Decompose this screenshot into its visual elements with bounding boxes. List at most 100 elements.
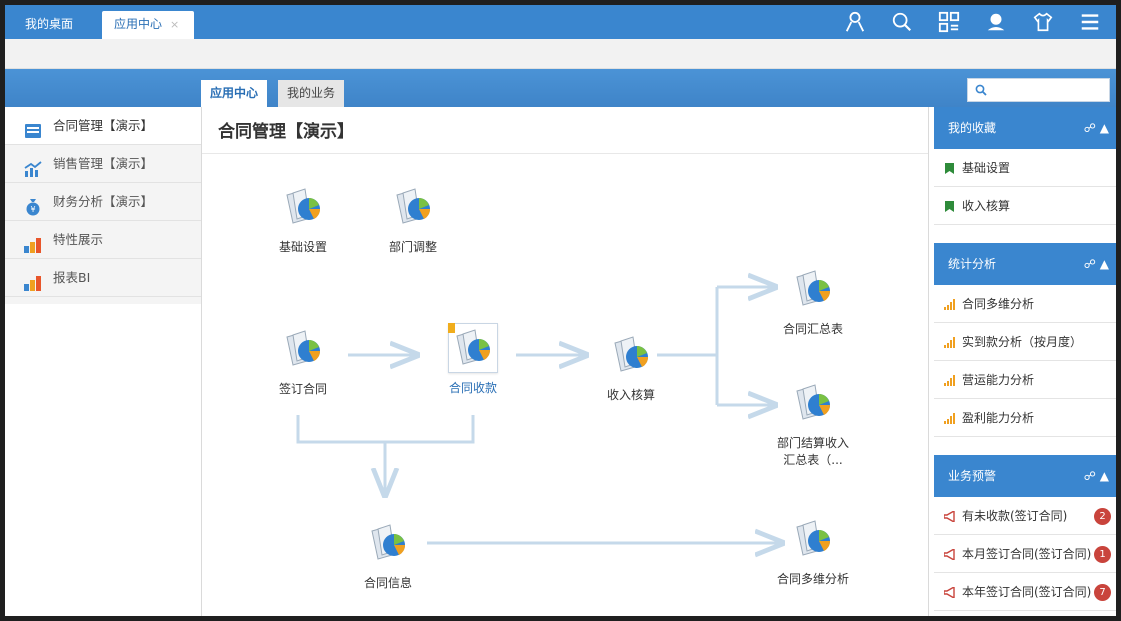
main-content: 合同管理【演示】 基础设置 部门调整 签订合同 合同收款 收入核算 合同汇总表 … — [202, 107, 928, 616]
user-icon[interactable] — [843, 10, 867, 34]
tab-app-center[interactable]: 应用中心 × — [102, 11, 194, 39]
sidebar-item-finance-analysis[interactable]: ¥ 财务分析【演示】 — [5, 183, 201, 221]
stats-item-label: 盈利能力分析 — [962, 411, 1035, 425]
node-label: 合同汇总表 — [782, 322, 843, 336]
megaphone-icon — [944, 549, 955, 560]
shirt-icon[interactable] — [1031, 10, 1055, 34]
pie-chart-doc-icon — [448, 323, 498, 373]
sidebar-item-label: 合同管理【演示】 — [53, 118, 154, 133]
trend-chart-icon — [23, 155, 43, 177]
bookmark-icon — [945, 163, 954, 174]
expand-collapse-icon[interactable]: ☍ ▲ — [1084, 455, 1109, 497]
alert-item[interactable]: 有未收款(签订合同) 2 — [934, 497, 1116, 535]
pie-chart-doc-icon — [791, 381, 835, 425]
alert-item[interactable]: 本年签订合同(签订合同) 7 — [934, 573, 1116, 611]
stats-item[interactable]: 营运能力分析 — [934, 361, 1116, 399]
apps-grid-icon[interactable] — [937, 10, 961, 34]
sub-bar — [5, 39, 1116, 69]
favorite-item[interactable]: 收入核算 — [934, 187, 1116, 225]
node-label: 部门调整 — [388, 240, 437, 254]
node-label: 部门结算收入汇总表（... — [776, 436, 849, 467]
node-income-accounting[interactable]: 收入核算 — [591, 333, 671, 404]
search-icon[interactable] — [890, 10, 914, 34]
alert-item-label: 本月签订合同(签订合同) — [962, 547, 1092, 561]
money-bag-icon: ¥ — [23, 193, 43, 216]
search-input[interactable] — [967, 78, 1110, 102]
favorites-header: 我的收藏 ☍ ▲ — [934, 107, 1116, 149]
bar-chart-icon — [23, 231, 43, 253]
stats-item-label: 营运能力分析 — [962, 373, 1035, 387]
count-badge: 2 — [1094, 508, 1111, 525]
expand-collapse-icon[interactable]: ☍ ▲ — [1084, 243, 1109, 285]
stats-header: 统计分析 ☍ ▲ — [934, 243, 1116, 285]
module-tab-bar: 应用中心 我的业务 — [5, 69, 1116, 107]
signal-bars-icon — [944, 337, 955, 348]
right-panel: 我的收藏 ☍ ▲ 基础设置 收入核算 统计分析 ☍ ▲ 合同多维分析 实到款分析… — [928, 107, 1116, 616]
app-window: 我的桌面 应用中心 × 应用中心 我的业务 合同管理【演示】 销售管理【演示】 … — [0, 0, 1121, 621]
node-label: 基础设置 — [278, 240, 327, 254]
sidebar-item-label: 财务分析【演示】 — [53, 194, 154, 209]
node-label: 合同多维分析 — [776, 572, 849, 586]
stats-item[interactable]: 盈利能力分析 — [934, 399, 1116, 437]
node-contract-collection[interactable]: 合同收款 — [433, 323, 513, 397]
pie-chart-doc-icon — [791, 267, 835, 311]
alerts-panel: 业务预警 ☍ ▲ 有未收款(签订合同) 2 本月签订合同(签订合同) 1 本年签… — [934, 455, 1116, 611]
favorite-item[interactable]: 基础设置 — [934, 149, 1116, 187]
top-icon-bar — [820, 5, 1102, 39]
node-contract-summary[interactable]: 合同汇总表 — [773, 267, 853, 338]
stats-item-label: 合同多维分析 — [962, 297, 1035, 311]
stats-item[interactable]: 合同多维分析 — [934, 285, 1116, 323]
megaphone-icon — [944, 587, 955, 598]
signal-bars-icon — [944, 375, 955, 386]
stats-title: 统计分析 — [948, 257, 997, 271]
bar-chart-icon — [23, 269, 43, 291]
node-dept-income-summary[interactable]: 部门结算收入汇总表（... — [773, 381, 853, 469]
pie-chart-doc-icon — [391, 185, 435, 229]
node-contract-info[interactable]: 合同信息 — [348, 521, 428, 592]
sidebar-item-report-bi[interactable]: 报表BI — [5, 259, 201, 297]
page-title: 合同管理【演示】 — [218, 122, 354, 142]
node-label: 收入核算 — [606, 388, 655, 402]
pie-chart-doc-icon — [281, 327, 325, 371]
sidebar-item-sales-management[interactable]: 销售管理【演示】 — [5, 145, 201, 183]
alert-item[interactable]: 本月签订合同(签订合同) 1 — [934, 535, 1116, 573]
tab-close-icon[interactable]: × — [170, 18, 179, 31]
node-label: 签订合同 — [278, 382, 327, 396]
sidebar-item-contract-management[interactable]: 合同管理【演示】 — [5, 107, 201, 145]
megaphone-icon — [944, 511, 955, 522]
tab-app-center-module[interactable]: 应用中心 — [201, 80, 268, 107]
sidebar-item-label: 报表BI — [53, 270, 91, 285]
title-divider — [202, 153, 928, 154]
pie-chart-doc-icon — [609, 333, 653, 377]
chat-user-icon[interactable] — [984, 10, 1008, 34]
alerts-header: 业务预警 ☍ ▲ — [934, 455, 1116, 497]
sidebar-item-features[interactable]: 特性展示 — [5, 221, 201, 259]
pie-chart-doc-icon — [791, 517, 835, 561]
bookmark-icon — [945, 201, 954, 212]
stats-panel: 统计分析 ☍ ▲ 合同多维分析 实到款分析（按月度） 营运能力分析 盈利能力分析 — [934, 243, 1116, 437]
menu-icon[interactable] — [1078, 10, 1102, 34]
favorite-item-label: 收入核算 — [962, 199, 1011, 213]
bookmark-icon — [448, 323, 455, 333]
favorites-panel: 我的收藏 ☍ ▲ 基础设置 收入核算 — [934, 107, 1116, 225]
favorites-title: 我的收藏 — [948, 121, 997, 135]
signal-bars-icon — [944, 299, 955, 310]
sidebar: 合同管理【演示】 销售管理【演示】 ¥ 财务分析【演示】 特性展示 报表BI — [5, 107, 202, 616]
expand-collapse-icon[interactable]: ☍ ▲ — [1084, 107, 1109, 149]
tab-my-desktop[interactable]: 我的桌面 — [25, 11, 73, 39]
node-dept-adjust[interactable]: 部门调整 — [373, 185, 453, 256]
node-sign-contract[interactable]: 签订合同 — [263, 327, 343, 398]
search-icon — [975, 84, 987, 96]
signal-bars-icon — [944, 413, 955, 424]
sidebar-empty-area — [5, 304, 201, 616]
tab-app-center-label: 应用中心 — [114, 17, 163, 31]
pie-chart-doc-icon — [281, 185, 325, 229]
tab-my-business[interactable]: 我的业务 — [278, 80, 345, 107]
node-basic-settings[interactable]: 基础设置 — [263, 185, 343, 256]
node-contract-multidim[interactable]: 合同多维分析 — [773, 517, 853, 588]
top-bar: 我的桌面 应用中心 × — [5, 5, 1116, 39]
stats-item[interactable]: 实到款分析（按月度） — [934, 323, 1116, 361]
favorite-item-label: 基础设置 — [962, 161, 1011, 175]
sidebar-item-label: 销售管理【演示】 — [53, 156, 154, 171]
count-badge: 1 — [1094, 546, 1111, 563]
